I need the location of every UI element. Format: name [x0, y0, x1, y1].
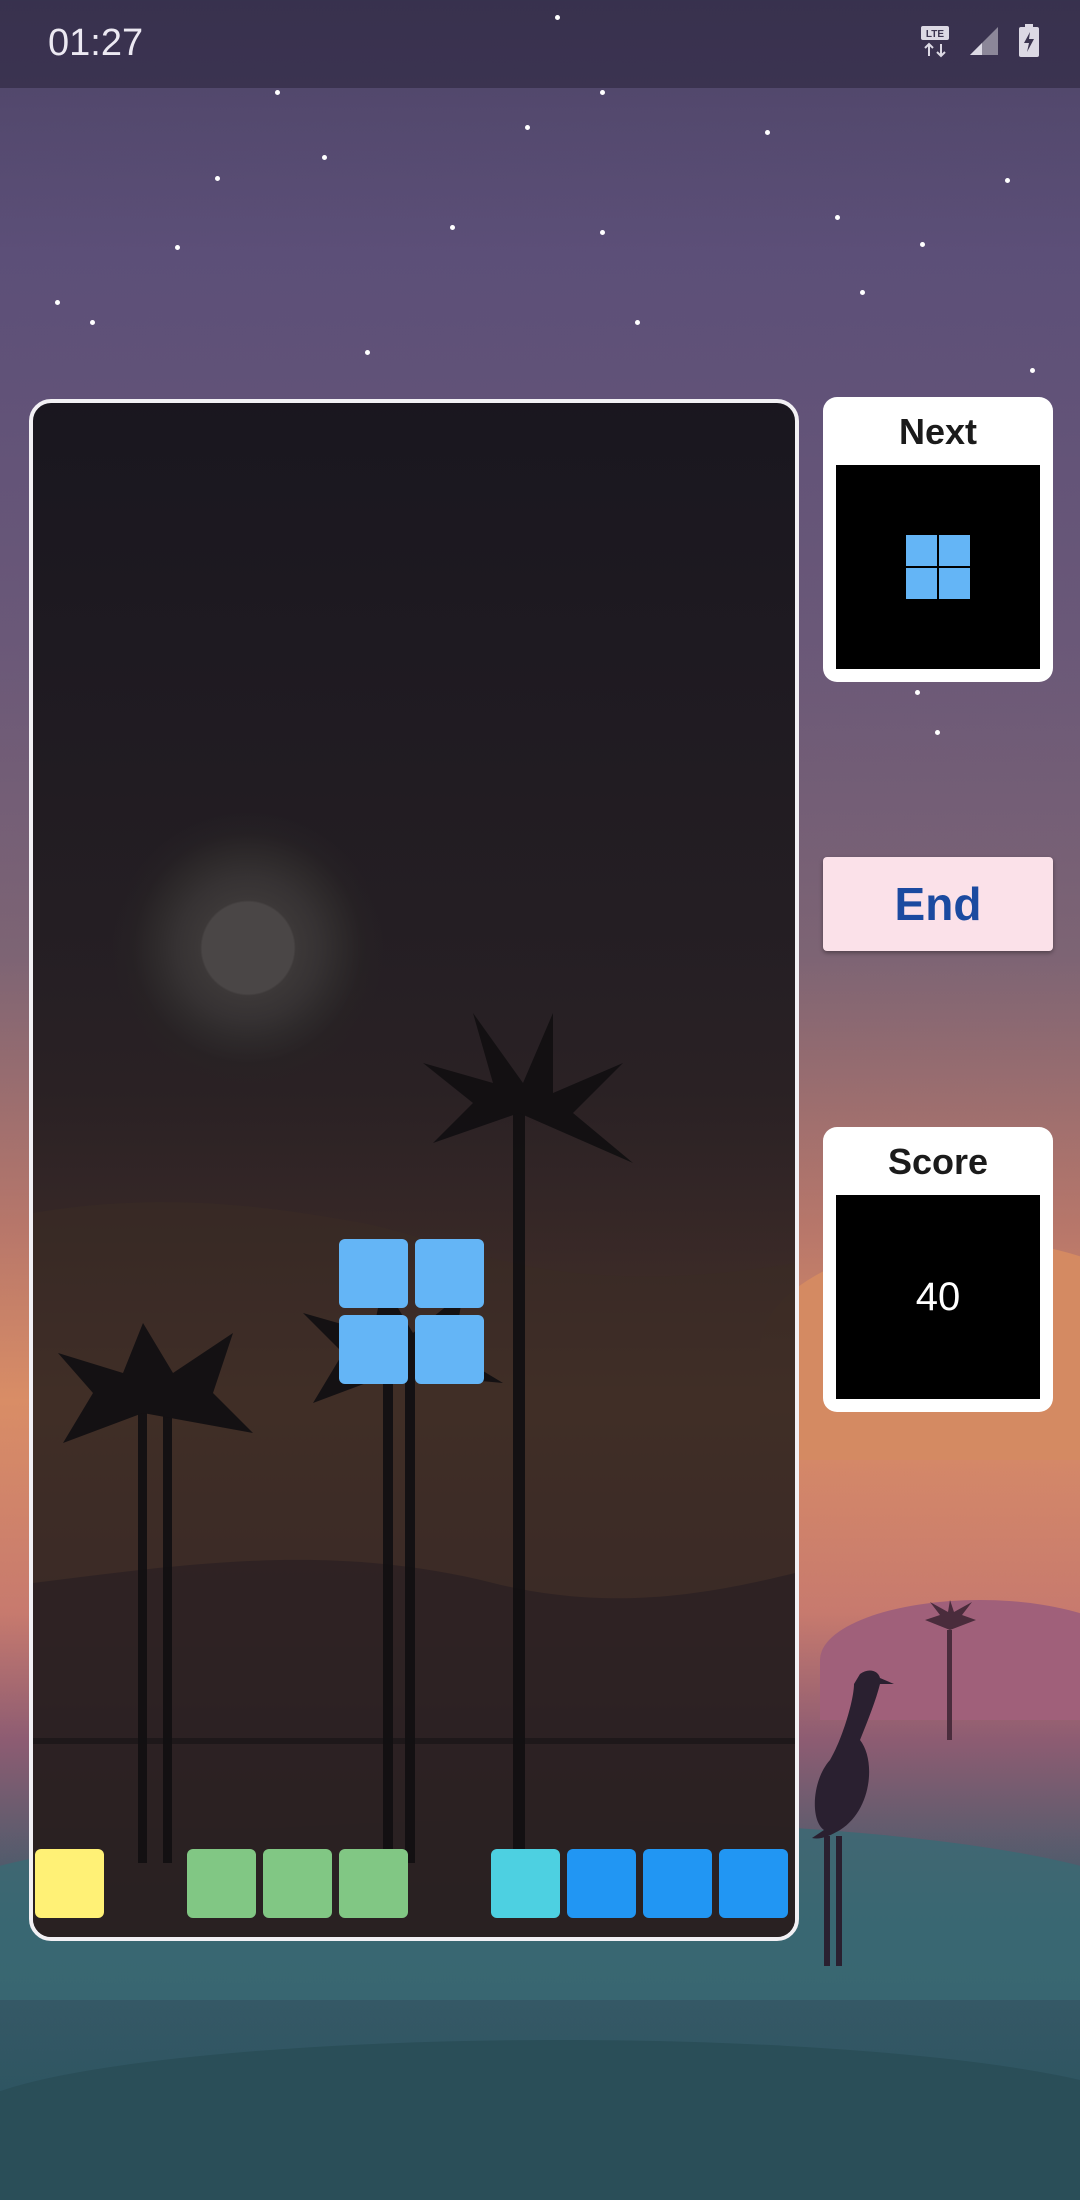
- next-piece: [906, 535, 970, 599]
- active-piece-cell: [415, 1315, 484, 1384]
- next-panel: Next: [823, 397, 1053, 682]
- locked-cell: [263, 1849, 332, 1918]
- active-piece-cell: [415, 1239, 484, 1308]
- game-board[interactable]: [29, 399, 799, 1941]
- next-preview: [836, 465, 1040, 669]
- signal-icon: [970, 27, 998, 55]
- score-value: 40: [915, 1275, 961, 1319]
- svg-text:LTE: LTE: [926, 29, 944, 40]
- active-piece-cell: [339, 1239, 408, 1308]
- palm-tree-silhouette: [925, 1600, 976, 1740]
- score-panel: Score 40: [823, 1127, 1053, 1412]
- board-scenery: [33, 1013, 795, 1937]
- score-display: 40: [836, 1195, 1040, 1399]
- status-bar: 01:27 LTE: [0, 0, 1080, 88]
- heron-silhouette: [812, 1670, 894, 1966]
- locked-cell: [35, 1849, 104, 1918]
- active-piece-cell: [339, 1315, 408, 1384]
- end-button[interactable]: End: [823, 857, 1053, 951]
- locked-cell: [643, 1849, 712, 1918]
- locked-cell: [187, 1849, 256, 1918]
- status-time: 01:27: [48, 22, 144, 64]
- locked-cell: [491, 1849, 560, 1918]
- lte-icon: LTE: [921, 26, 949, 58]
- next-title: Next: [898, 411, 978, 452]
- status-icons: LTE: [920, 24, 1040, 58]
- battery-charging-icon: [1019, 24, 1039, 57]
- locked-cell: [567, 1849, 636, 1918]
- score-title: Score: [887, 1141, 989, 1182]
- locked-cell: [339, 1849, 408, 1918]
- locked-cell: [719, 1849, 788, 1918]
